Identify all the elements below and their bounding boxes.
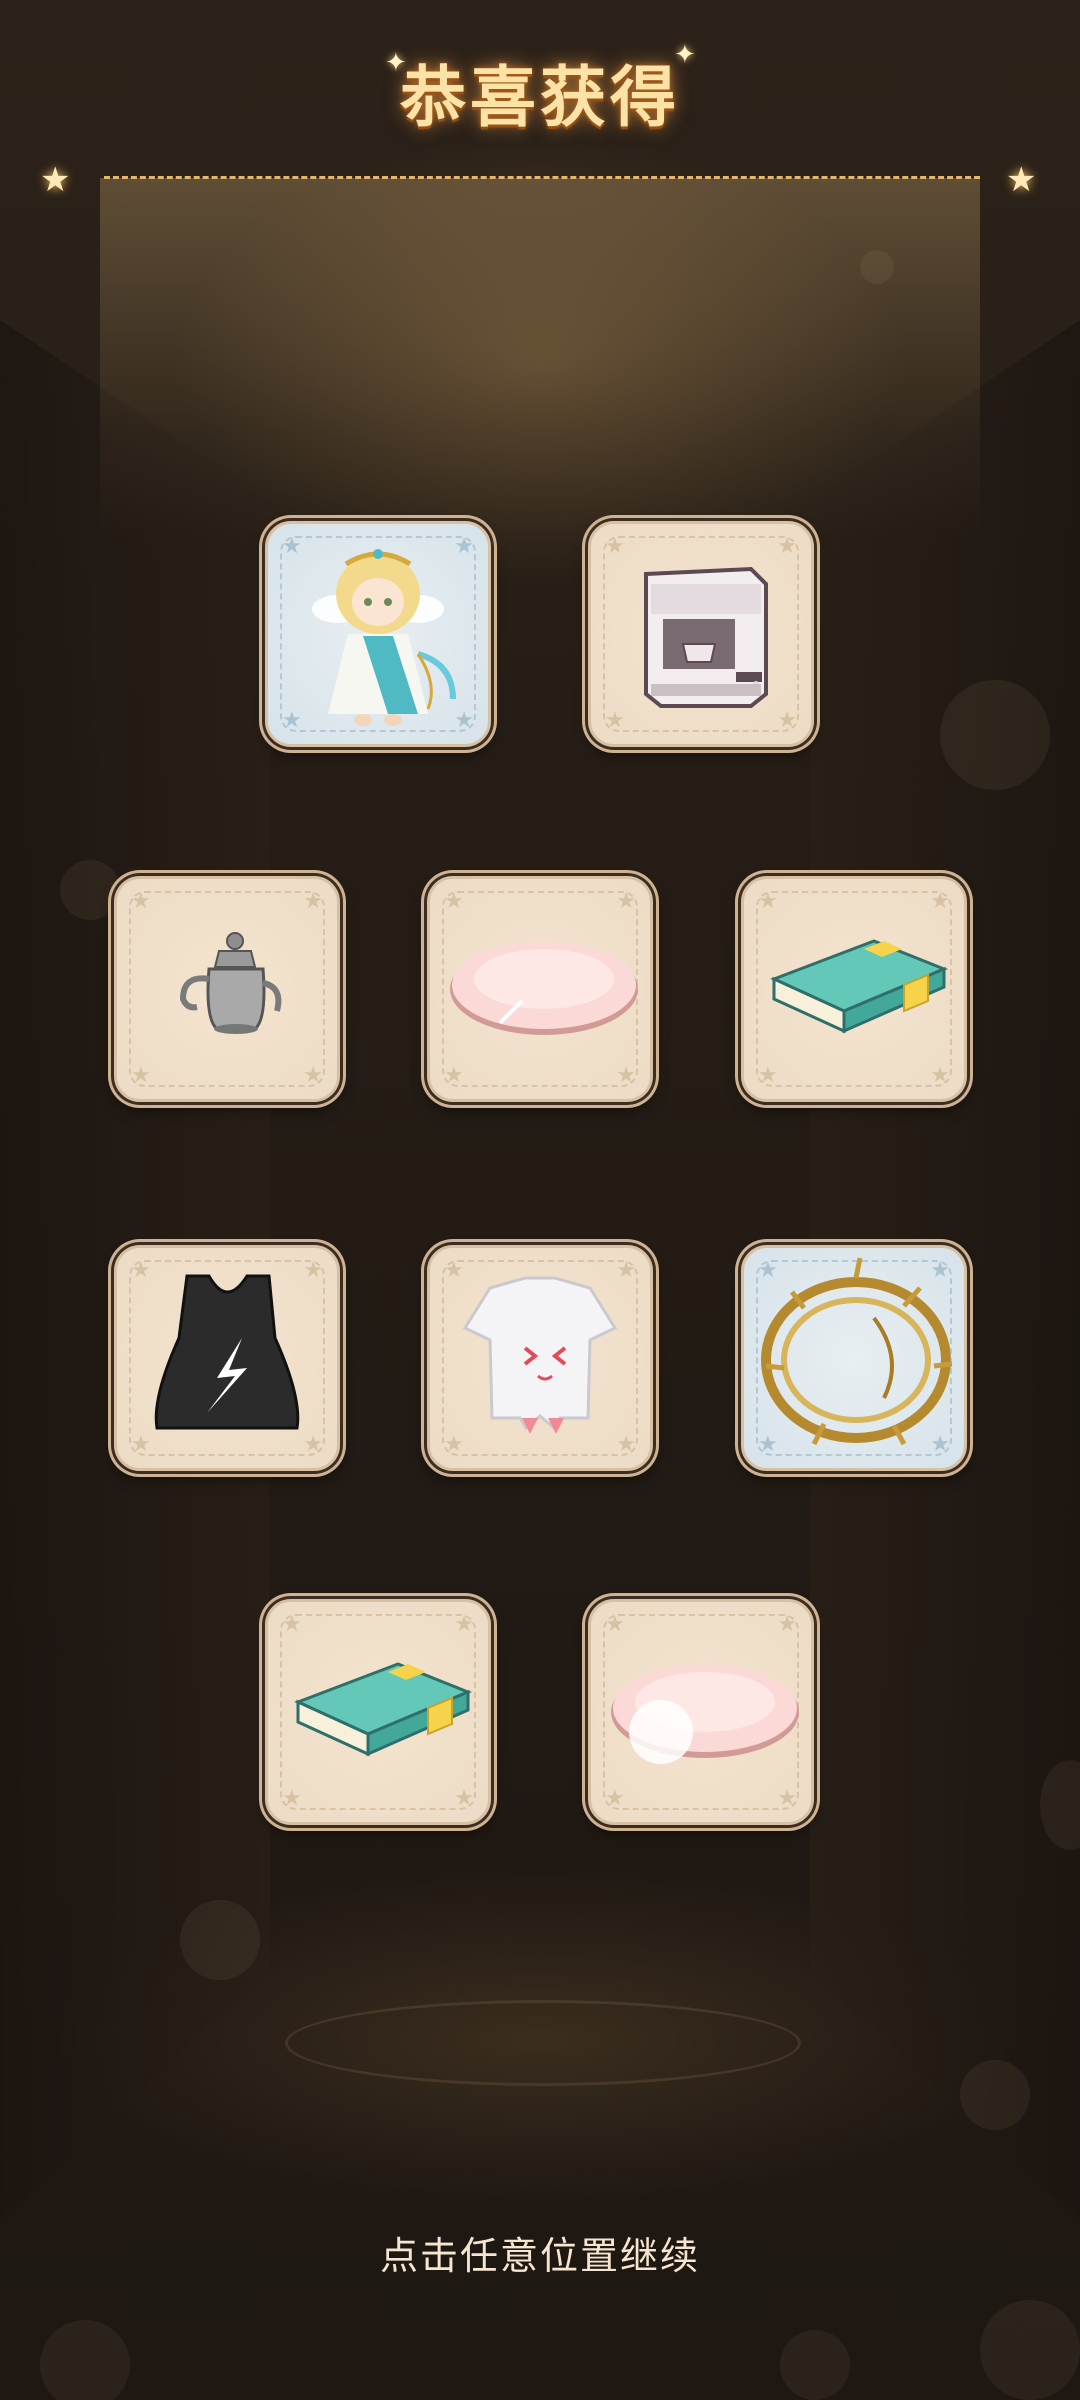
title-sparkle-icon: ✦: [385, 48, 407, 78]
reward-card-pink-rug[interactable]: ★ ★ ★ ★: [427, 876, 653, 1102]
reward-card-golden-halo[interactable]: ★ ★ ★ ★: [741, 1245, 967, 1471]
angel-character-icon: [312, 549, 456, 726]
black-tank-top-icon: [154, 1274, 300, 1430]
reward-card-espresso-machine[interactable]: ★ ★ ★ ★: [588, 521, 814, 747]
corner-star-icon: ★: [444, 889, 464, 914]
bokeh-light: [960, 2060, 1030, 2130]
reward-card-teal-book-2[interactable]: ★ ★ ★ ★: [265, 1599, 491, 1825]
corner-star-icon: ★: [282, 1612, 302, 1637]
book-icon: [294, 1662, 472, 1757]
reward-title: 恭喜获得: [400, 59, 680, 136]
corner-star-icon: ★: [131, 1258, 151, 1283]
teapot-icon: [179, 932, 282, 1034]
reward-card-silver-teapot[interactable]: ★ ★ ★ ★: [114, 876, 340, 1102]
bokeh-light: [980, 2300, 1080, 2400]
title-divider: [104, 176, 980, 179]
floor-ring: [285, 2000, 801, 2086]
right-star-icon: ★: [1006, 160, 1037, 200]
corner-star-icon: ★: [282, 534, 302, 559]
corner-star-icon: ★: [605, 1612, 625, 1637]
reward-card-white-shirt[interactable]: ★ ★ ★ ★: [427, 1245, 653, 1471]
bokeh-light: [940, 680, 1050, 790]
bokeh-light: [780, 2330, 850, 2400]
light-beam: [100, 178, 980, 538]
corner-star-icon: ★: [758, 889, 778, 914]
background-scene[interactable]: [0, 0, 1080, 2400]
tap-to-continue-hint[interactable]: 点击任意位置继续: [0, 2225, 1080, 2280]
reward-card-pink-rug-2[interactable]: ★ ★ ★ ★: [588, 1599, 814, 1825]
corner-star-icon: ★: [131, 889, 151, 914]
reward-card-teal-book[interactable]: ★ ★ ★ ★: [741, 876, 967, 1102]
corner-star-icon: ★: [758, 1258, 778, 1283]
title-sparkle-icon: ✦: [674, 40, 696, 70]
reward-card-angel-character[interactable]: ★ ★ ★ ★: [265, 521, 491, 747]
espresso-machine-icon: [644, 566, 768, 708]
bokeh-light: [60, 860, 120, 920]
bokeh-light: [180, 1900, 260, 1980]
white-shirt-icon: [462, 1276, 618, 1434]
corner-star-icon: ★: [444, 1258, 464, 1283]
pink-rug-icon: [450, 941, 638, 1035]
bokeh-light: [860, 250, 894, 284]
left-star-icon: ★: [40, 160, 71, 200]
corner-star-icon: ★: [605, 534, 625, 559]
golden-halo-icon: [761, 1257, 953, 1446]
reward-card-black-tank-top[interactable]: ★ ★ ★ ★: [114, 1245, 340, 1471]
pink-rug-icon: [611, 1664, 799, 1764]
bokeh-light: [40, 2320, 130, 2400]
book-icon: [770, 939, 948, 1034]
